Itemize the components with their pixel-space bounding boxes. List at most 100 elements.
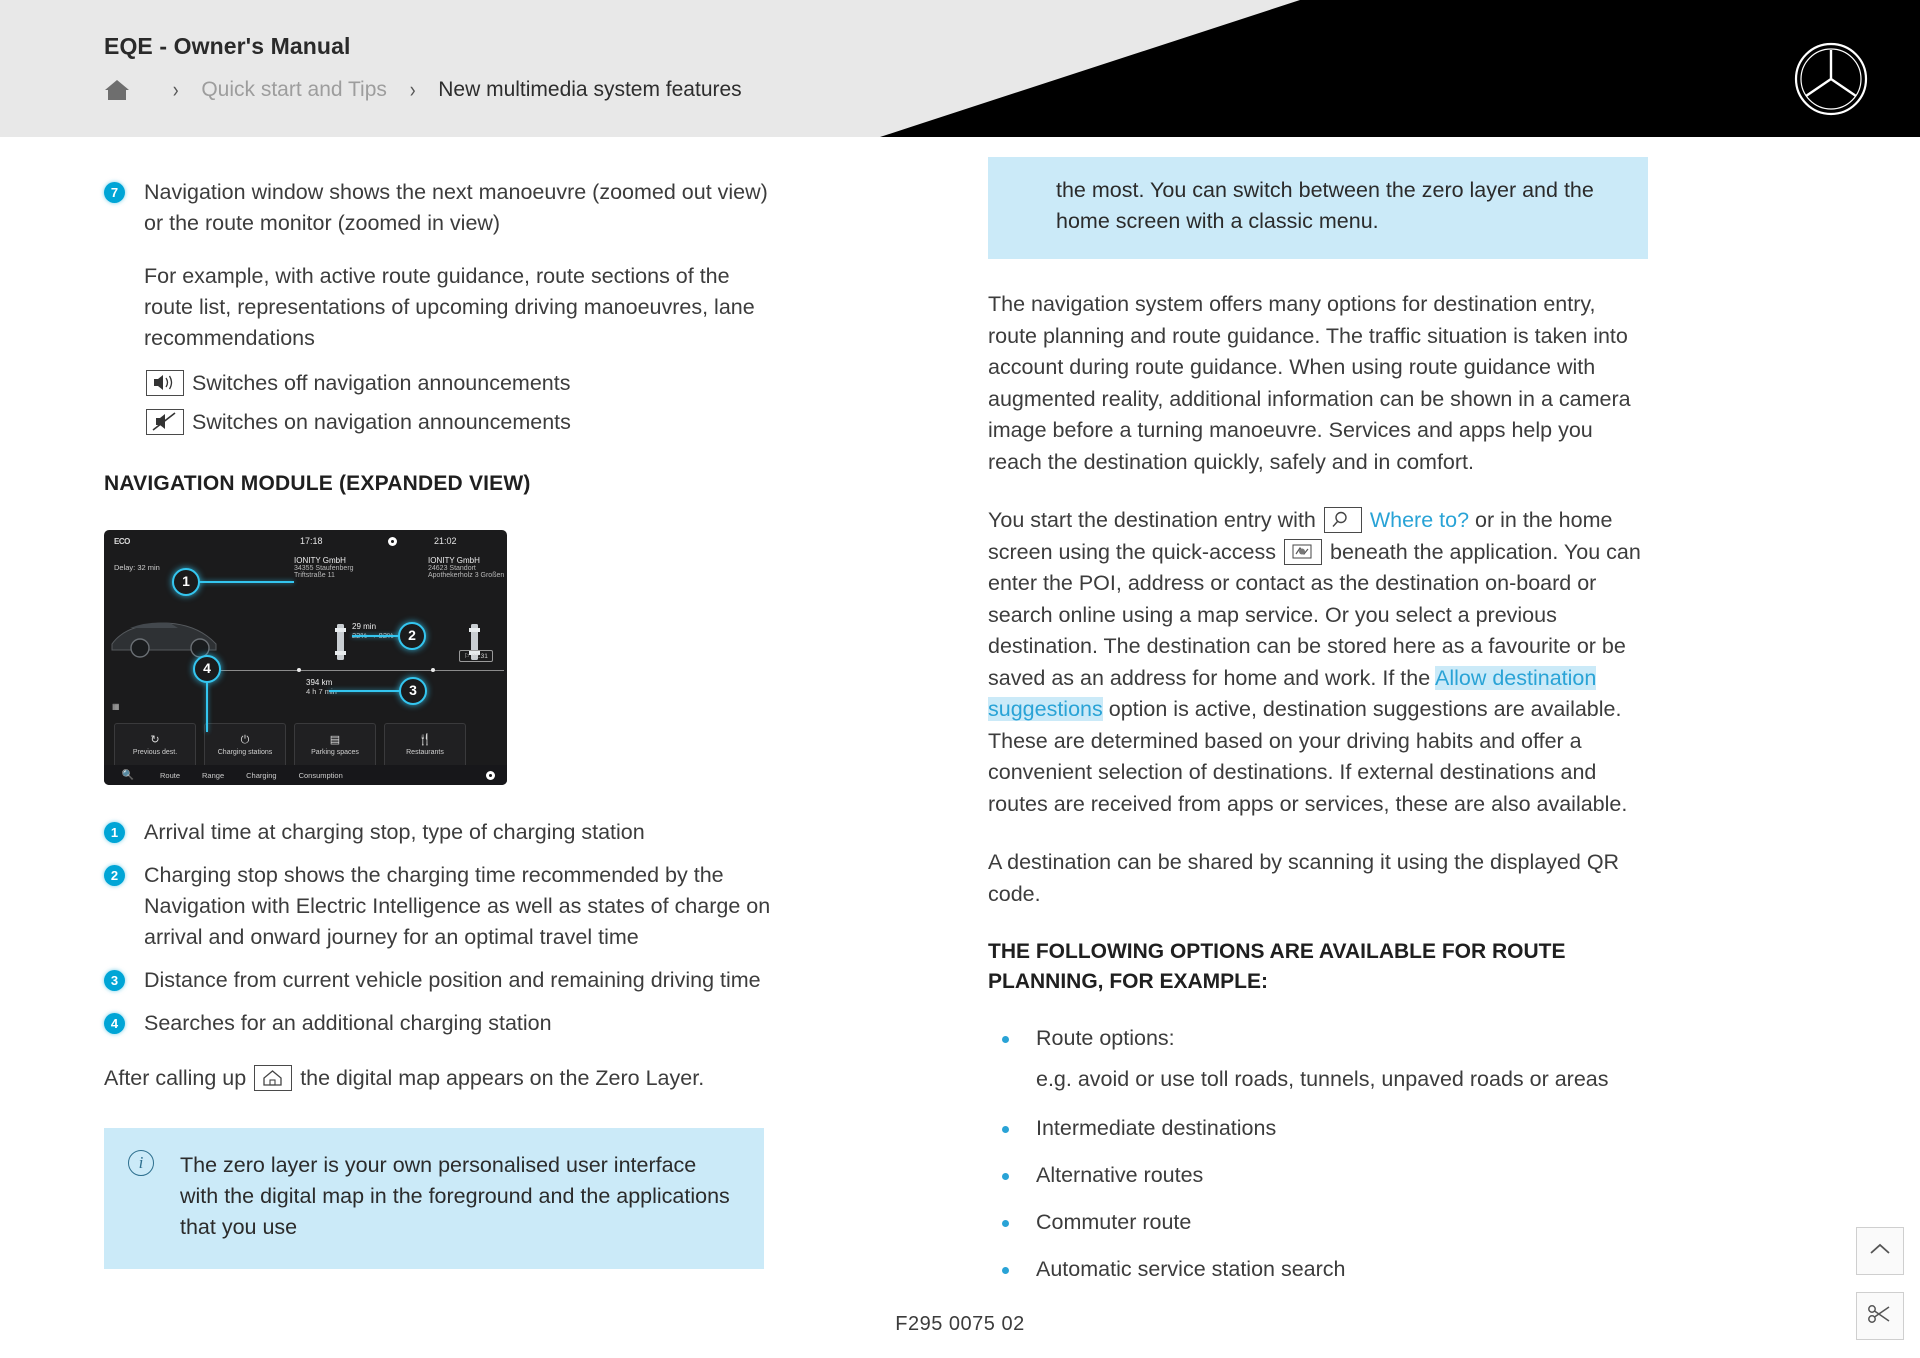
- dest-entry-text-1: You start the destination entry with: [988, 508, 1316, 532]
- history-icon: ↻: [150, 734, 160, 746]
- map-layer-icon[interactable]: ▦: [112, 702, 120, 711]
- breadcrumb: › Quick start and Tips › New multimedia …: [100, 75, 742, 105]
- car-illustration: [108, 600, 228, 660]
- stop1-charge-time: 29 min: [352, 622, 377, 631]
- callout-marker-1: 1: [172, 568, 200, 596]
- tile-restaurants-label: Restaurants: [406, 749, 444, 756]
- bottom-item-consumption[interactable]: Consumption: [299, 771, 343, 780]
- callout-line-4: [206, 682, 208, 732]
- after-calling-line: After calling up the digital map appears…: [104, 1063, 784, 1094]
- list-badge-1: 1: [104, 822, 125, 843]
- figure-code: F295 0075 02: [895, 1313, 1025, 1335]
- list-badge-2: 2: [104, 865, 125, 886]
- info-note-continued: the most. You can switch between the zer…: [988, 157, 1648, 259]
- callout-line-1: [199, 581, 294, 583]
- paragraph-destination-entry: You start the destination entry with Whe…: [988, 505, 1648, 820]
- stop2-address-2: Apothekerholz 3 Großen: [428, 572, 505, 579]
- header-black-panel: [880, 0, 1920, 137]
- list-item-2: 2 Charging stop shows the charging time …: [104, 860, 784, 953]
- breadcrumb-current: New multimedia system features: [438, 78, 742, 101]
- stop1-card: IONITY GmbH 34355 Staufenberg Triftstraß…: [294, 556, 394, 579]
- bottom-item-range[interactable]: Range: [202, 771, 224, 780]
- left-column: 7 Navigation window shows the next manoe…: [104, 177, 784, 1269]
- after-calling-prefix: After calling up: [104, 1066, 247, 1090]
- home-icon[interactable]: [100, 75, 134, 105]
- navigation-module-screenshot: ECO 17:18 21:02 Delay: 32 min IONITY Gmb…: [104, 530, 507, 785]
- magnifier-icon: [1323, 507, 1362, 533]
- route-distance-block: 394 km 4 h 7 min: [306, 678, 337, 696]
- speaker-muted-icon: [146, 409, 184, 435]
- stop1-address-2: Triftstraße 11: [294, 572, 335, 579]
- option-automatic-service-station-search: Automatic service station search: [988, 1254, 1808, 1285]
- options-dot-icon[interactable]: [388, 537, 397, 546]
- right-column: the most. You can switch between the zer…: [988, 157, 1808, 1301]
- quick-tiles: ↻ Previous dest. ⏻ Charging stations ▤ P…: [114, 723, 466, 768]
- callout-marker-3: 3: [399, 677, 427, 705]
- callout-marker-2: 2: [398, 622, 426, 650]
- stop2-name: IONITY GmbH: [428, 556, 480, 565]
- tile-restaurants[interactable]: 🍴 Restaurants: [384, 723, 466, 768]
- paragraph-qr-code: A destination can be shared by scanning …: [988, 850, 1620, 906]
- stop2-time: 21:02: [434, 536, 457, 546]
- bottom-item-charging[interactable]: Charging: [246, 771, 276, 780]
- stop2-address-1: 24623 Standort: [428, 565, 476, 572]
- stop1-name: IONITY GmbH: [294, 556, 346, 565]
- list-item-3: 3 Distance from current vehicle position…: [104, 965, 784, 996]
- stop2-card: IONITY GmbH 24623 Standort Apothekerholz…: [428, 556, 507, 579]
- numbered-list: 1 Arrival time at charging stop, type of…: [104, 817, 784, 1039]
- speaker-on-icon: [146, 370, 184, 396]
- paragraph-navigation-system: The navigation system offers many option…: [988, 292, 1631, 474]
- list-item-1: 1 Arrival time at charging stop, type of…: [104, 817, 784, 848]
- info-note-box: i The zero layer is your own personalise…: [104, 1128, 764, 1269]
- option-intermediate-destinations: Intermediate destinations: [988, 1113, 1808, 1144]
- breadcrumb-separator-2: ›: [409, 77, 416, 102]
- option-alternative-routes: Alternative routes: [988, 1160, 1808, 1191]
- route-node-1: [297, 668, 301, 672]
- charging-pump-icon-1: [334, 622, 347, 662]
- tile-parking-spaces-label: Parking spaces: [311, 749, 359, 756]
- eco-label: ECO: [114, 537, 130, 546]
- tile-parking-spaces[interactable]: ▤ Parking spaces: [294, 723, 376, 768]
- list-badge-4: 4: [104, 1013, 125, 1034]
- mercedes-star-icon: [1794, 42, 1868, 116]
- info-icon: i: [128, 1150, 154, 1176]
- restaurant-icon: 🍴: [418, 734, 432, 746]
- breadcrumb-parent[interactable]: Quick start and Tips: [201, 78, 387, 102]
- info-note-continued-text: the most. You can switch between the zer…: [1056, 178, 1594, 233]
- tile-charging-stations[interactable]: ⏻ Charging stations: [204, 723, 286, 768]
- list-text-2: Charging stop shows the charging time re…: [144, 863, 771, 949]
- speaker-on-line: Switches off navigation announcements: [104, 368, 784, 399]
- option-commuter-route: Commuter route: [988, 1207, 1808, 1238]
- scroll-up-button[interactable]: [1856, 1227, 1904, 1275]
- arrival-flag-time: 22:31: [471, 653, 488, 660]
- tile-previous-dest-label: Previous dest.: [132, 749, 178, 756]
- speaker-on-label: Switches off navigation announcements: [191, 371, 571, 395]
- list-text-4: Searches for an additional charging stat…: [144, 1011, 552, 1035]
- list-text-1: Arrival time at charging stop, type of c…: [144, 820, 645, 844]
- route-distance: 394 km: [306, 678, 333, 687]
- speaker-muted-line: Switches on navigation announcements: [104, 407, 784, 438]
- options-icon[interactable]: [486, 770, 495, 780]
- tile-previous-dest[interactable]: ↻ Previous dest.: [114, 723, 196, 768]
- list-item-4: 4 Searches for an additional charging st…: [104, 1008, 784, 1039]
- page-body: 7 Navigation window shows the next manoe…: [0, 137, 1920, 1358]
- where-to-link[interactable]: Where to?: [1370, 508, 1469, 532]
- arrival-flag: ⚐ 22:31: [459, 650, 493, 662]
- page-header: EQE - Owner's Manual › Quick start and T…: [0, 0, 1920, 137]
- quick-access-icon: [1284, 538, 1322, 565]
- route-node-2: [431, 668, 435, 672]
- list-text-3: Distance from current vehicle position a…: [144, 968, 761, 992]
- chevron-up-icon: [1868, 1241, 1892, 1262]
- tile-charging-stations-label: Charging stations: [217, 749, 273, 756]
- bottom-item-route[interactable]: Route: [160, 771, 180, 780]
- search-icon[interactable]: 🔍: [118, 770, 138, 781]
- delay-label: Delay: 32 min: [114, 563, 160, 572]
- manual-title: EQE - Owner's Manual: [104, 33, 351, 59]
- stop1-charge-info: 29 min 22% → 82%: [352, 622, 394, 640]
- stop1-time: 17:18: [300, 536, 323, 546]
- list-badge-3: 3: [104, 970, 125, 991]
- home-map-icon: [254, 1065, 293, 1091]
- option-route-options-example: e.g. avoid or use toll roads, tunnels, u…: [1036, 1067, 1609, 1091]
- charging-icon: ⏻: [240, 734, 250, 746]
- callout-7-line2: For example, with active route guidance,…: [144, 264, 755, 350]
